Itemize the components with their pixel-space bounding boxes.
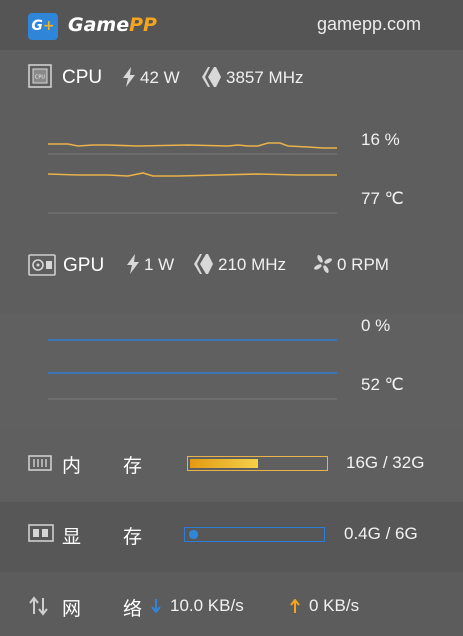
vram-value: 0.4G / 6G: [344, 524, 418, 543]
brand-name: GamePP: [68, 14, 157, 36]
svg-text:CPU: CPU: [35, 75, 46, 81]
vram-usage-bar: [184, 527, 325, 542]
network-download: 10.0 KB/s: [170, 596, 244, 615]
cpu-clock: 3857 MHz: [226, 68, 304, 87]
gpu-power: 1 W: [144, 255, 175, 274]
bolt-icon: [122, 67, 136, 87]
network-upload: 0 KB/s: [309, 596, 360, 615]
memory-icon: [28, 453, 52, 473]
gpu-title: GPU: [63, 255, 105, 276]
website-link[interactable]: gamepp.com: [317, 14, 421, 35]
memory-usage-fill: [190, 459, 258, 468]
network-title: 网 络: [62, 598, 161, 620]
network-section: 网 络 10.0 KB/s 0 KB/s: [0, 572, 463, 636]
gpu-clock: 210 MHz: [218, 255, 287, 274]
vram-section: 显 存 0.4G / 6G: [0, 502, 463, 572]
fan-icon: [313, 254, 333, 274]
gpu-fan: 0 RPM: [337, 255, 389, 274]
app-header: G+ GamePP gamepp.com: [0, 0, 463, 50]
cpu-power: 42 W: [140, 68, 180, 87]
gpu-usage: 0 %: [361, 316, 391, 335]
gpu-card-icon: [28, 254, 56, 276]
vram-usage-fill: [189, 530, 198, 539]
clock-icon: [202, 67, 222, 87]
bolt-icon: [126, 254, 140, 274]
download-arrow-icon: [151, 599, 161, 613]
gpu-graph: [48, 324, 338, 404]
memory-section: 内 存 16G / 32G: [0, 430, 463, 502]
cpu-temp: 77 ℃: [361, 189, 404, 208]
clock-icon: [194, 254, 214, 274]
upload-arrow-icon: [290, 599, 300, 613]
cpu-usage: 16 %: [361, 130, 400, 149]
logo-icon: G+: [28, 13, 58, 40]
network-arrows-icon: [28, 596, 50, 616]
cpu-chip-icon: CPU: [28, 64, 52, 88]
memory-title: 内 存: [62, 455, 161, 477]
gpu-graph-section: 0 % 52 ℃: [0, 314, 463, 430]
memory-value: 16G / 32G: [346, 453, 425, 472]
gpu-temp: 52 ℃: [361, 375, 404, 394]
cpu-section: CPU CPU 42 W 3857 MHz 16 % 77 ℃ GPU 1 W: [0, 50, 463, 314]
cpu-title: CPU: [62, 67, 103, 88]
cpu-graph: [48, 136, 338, 216]
vram-title: 显 存: [62, 526, 161, 548]
memory-usage-bar: [187, 456, 328, 471]
vram-icon: [28, 524, 54, 542]
